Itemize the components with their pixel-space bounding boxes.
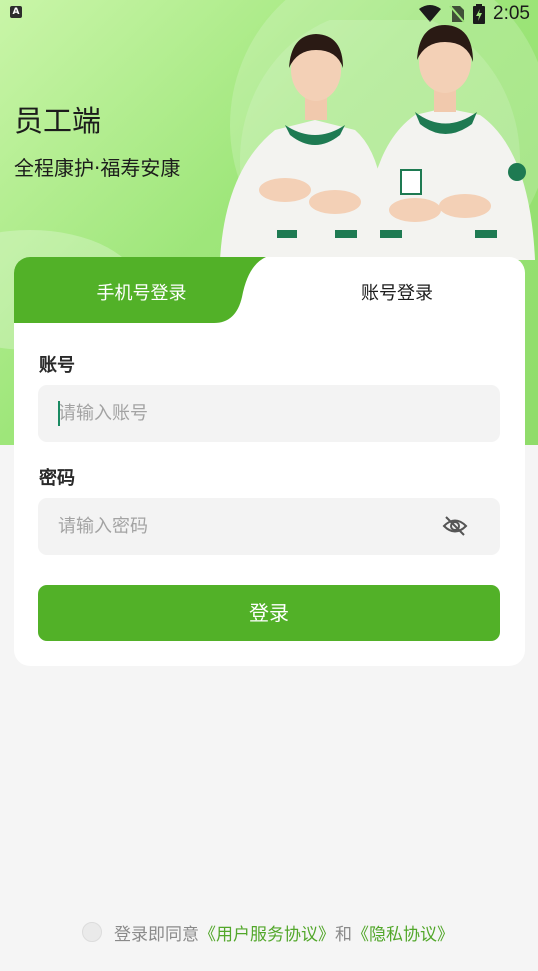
eye-off-icon[interactable]	[442, 515, 468, 537]
tab-account-login[interactable]: 账号登录	[269, 279, 525, 305]
agreement-row: 登录即同意 《用户服务协议》 和 《隐私协议》	[82, 920, 454, 945]
login-button[interactable]: 登录	[38, 585, 500, 641]
a-letter-icon: A	[10, 6, 22, 18]
account-input[interactable]	[58, 385, 418, 442]
password-input-container[interactable]	[38, 498, 500, 555]
page-subtitle: 全程康护·福寿安康	[14, 156, 181, 180]
agreement-prefix: 登录即同意	[114, 924, 199, 945]
agreement-checkbox[interactable]	[82, 922, 102, 942]
password-label: 密码	[39, 468, 75, 489]
agreement-conjunction: 和	[335, 924, 352, 945]
account-label: 账号	[39, 355, 75, 376]
page-title: 员工端	[14, 104, 102, 138]
privacy-policy-link[interactable]: 《隐私协议》	[352, 920, 454, 945]
account-input-container[interactable]	[38, 385, 500, 442]
tab-phone-login[interactable]: 手机号登录	[14, 279, 269, 305]
password-input[interactable]	[58, 498, 418, 555]
login-card: 手机号登录 账号登录 账号 密码 登录	[14, 257, 525, 666]
staff-illustration	[220, 20, 535, 260]
text-cursor	[58, 401, 60, 426]
user-agreement-link[interactable]: 《用户服务协议》	[199, 920, 335, 945]
